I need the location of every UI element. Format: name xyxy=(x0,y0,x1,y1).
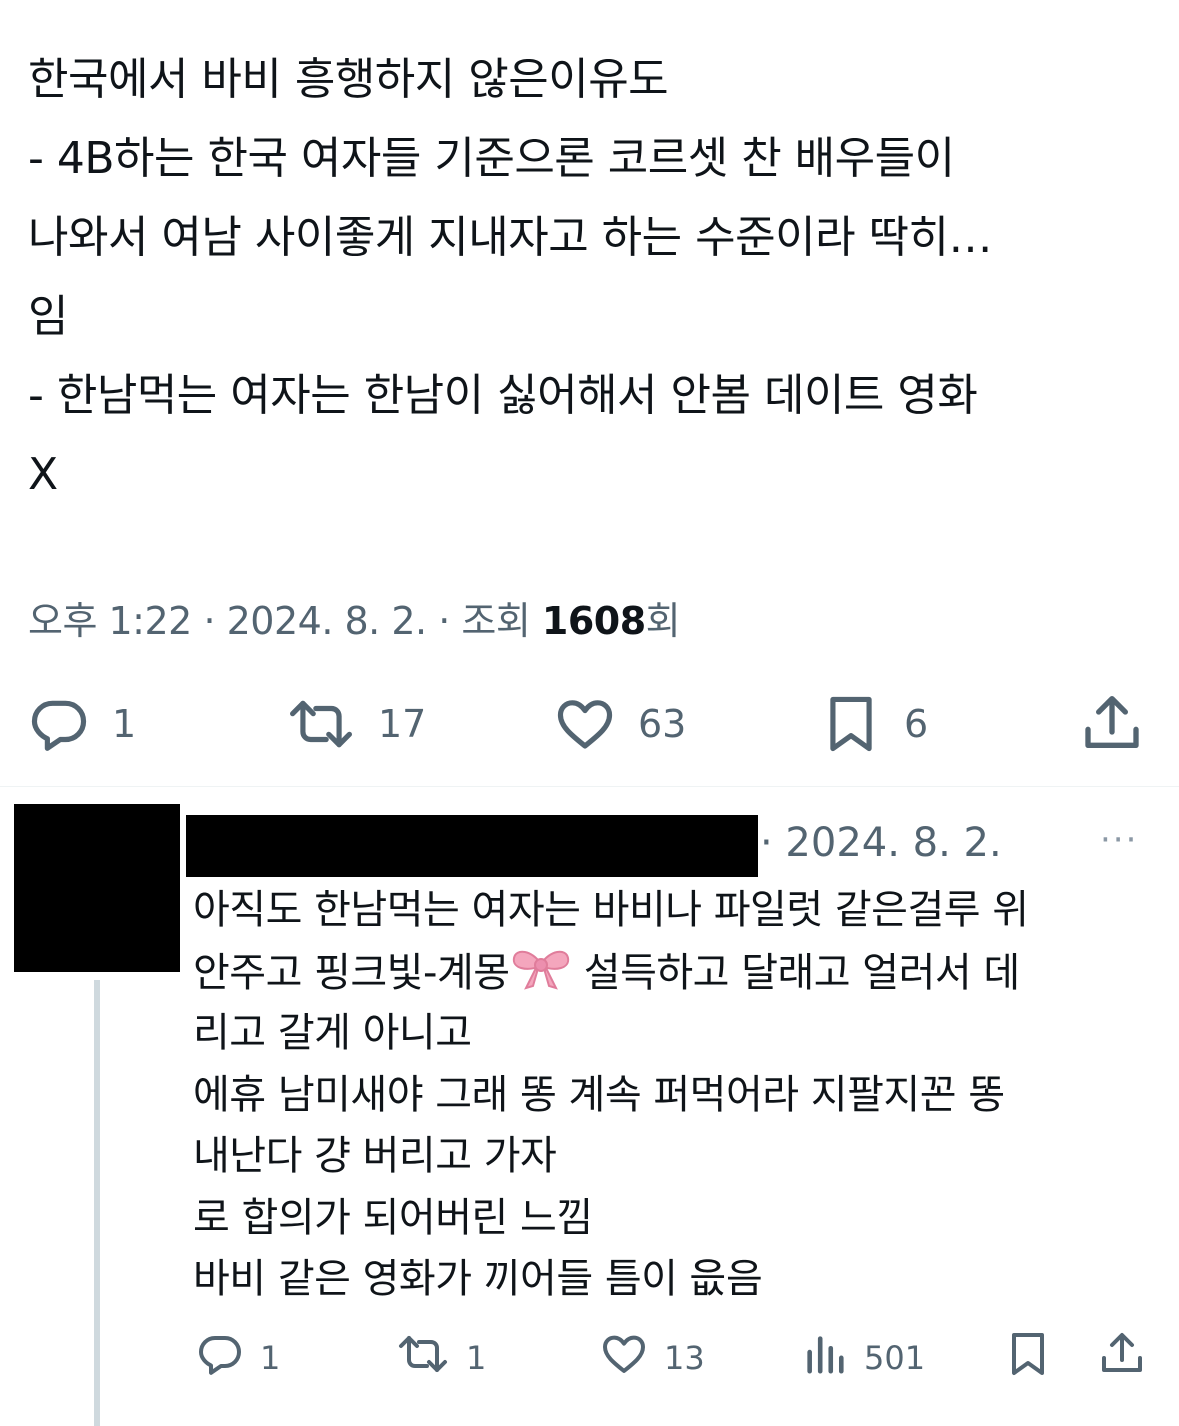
heart-icon xyxy=(600,1330,648,1386)
reply-line: 에휴 남미새야 그래 똥 계속 퍼먹어라 지팔지꼰 똥 xyxy=(193,1071,1005,1118)
reply-retweet-button[interactable]: 1 xyxy=(396,1328,486,1388)
share-button[interactable] xyxy=(1080,688,1144,760)
reply-icon xyxy=(196,1330,244,1386)
reply-line-with-emoji: 안주고 핑크빛-계몽 설득하고 달래고 얼러서 데 xyxy=(193,942,1163,1004)
divider xyxy=(0,786,1179,787)
reply-line: 바비 같은 영화가 끼어들 틈이 읎음 xyxy=(193,1256,763,1302)
reply-views-count: 501 xyxy=(864,1339,926,1377)
share-icon xyxy=(1098,1329,1146,1387)
more-options-icon[interactable]: ··· xyxy=(1100,820,1138,860)
reply-retweet-count: 1 xyxy=(466,1339,487,1377)
reply-line: 로 합의가 되어버린 느낌 xyxy=(193,1194,593,1241)
tweet-time[interactable]: 오후 1:22 xyxy=(28,599,192,643)
reply-line: 아직도 한남먹는 여자는 바비나 파일럿 같은걸루 위 xyxy=(193,887,1029,933)
tweet-line: - 4B하는 한국 여자들 기준으론 코르셋 찬 배우들이 xyxy=(28,133,955,184)
tweet-line: - 한남먹는 여자는 한남이 싫어해서 안봄 데이트 영화 xyxy=(28,370,978,421)
reply-reply-button[interactable]: 1 xyxy=(196,1328,280,1388)
tweet-line: X xyxy=(28,449,58,500)
tweet-line: 한국에서 바비 흥행하지 않은이유도 xyxy=(28,54,669,105)
share-icon xyxy=(1080,692,1144,756)
tweet-line: 나와서 여남 사이좋게 지내자고 하는 수준이라 딱히… xyxy=(28,212,993,263)
views-count: 1608 xyxy=(541,599,646,643)
views-label: 조회 xyxy=(461,599,531,643)
reply-line: 내난다 걍 버리고 가자 xyxy=(193,1133,557,1179)
retweet-count: 17 xyxy=(378,702,427,746)
reply-action-bar: 1 1 13 501 xyxy=(0,1328,1179,1388)
ribbon-emoji-icon xyxy=(510,942,572,1011)
reply-views-button[interactable]: 501 xyxy=(802,1328,925,1388)
reply-line: 리고 갈게 아니고 xyxy=(193,1010,472,1056)
redacted-username[interactable] xyxy=(186,815,758,877)
reply-count: 1 xyxy=(112,702,137,746)
tweet-line: 임 xyxy=(28,291,68,342)
heart-icon xyxy=(554,693,616,755)
reply-line-part: 설득하고 달래고 얼러서 데 xyxy=(583,949,1020,996)
separator: · xyxy=(438,599,450,643)
reply-date[interactable]: · 2024. 8. 2. xyxy=(760,820,1002,866)
tweet-text: 한국에서 바비 흥행하지 않은이유도 - 4B하는 한국 여자들 기준으론 코르… xyxy=(28,40,1158,514)
reply-share-button[interactable] xyxy=(1098,1328,1146,1388)
reply-line-part: 안주고 핑크빛-계몽 xyxy=(193,949,510,996)
retweet-icon xyxy=(396,1330,450,1386)
bookmark-icon xyxy=(1004,1329,1052,1387)
reply-icon xyxy=(28,693,90,755)
reply-like-button[interactable]: 13 xyxy=(600,1328,705,1388)
separator: · xyxy=(203,599,216,643)
tweet-date[interactable]: 2024. 8. 2. xyxy=(227,599,427,643)
views-suffix: 회 xyxy=(645,599,681,643)
bookmark-icon xyxy=(820,693,882,755)
reply-like-count: 13 xyxy=(664,1339,705,1377)
like-count: 63 xyxy=(638,702,687,746)
reply-reply-count: 1 xyxy=(260,1339,281,1377)
reply-bookmark-button[interactable] xyxy=(1004,1328,1052,1388)
bookmark-count: 6 xyxy=(904,702,929,746)
reply-text: 아직도 한남먹는 여자는 바비나 파일럿 같은걸루 위 안주고 핑크빛-계몽 설… xyxy=(193,880,1163,1311)
like-button[interactable]: 63 xyxy=(554,688,686,760)
retweet-icon xyxy=(286,693,356,755)
retweet-button[interactable]: 17 xyxy=(286,688,426,760)
tweet-action-bar: 1 17 63 6 xyxy=(0,688,1179,760)
bookmark-button[interactable]: 6 xyxy=(820,688,928,760)
reply-button[interactable]: 1 xyxy=(28,688,136,760)
avatar[interactable] xyxy=(14,804,180,972)
tweet-meta: 오후 1:22 · 2024. 8. 2. · 조회 1608회 xyxy=(28,590,681,645)
views-bar-chart-icon xyxy=(802,1330,848,1386)
